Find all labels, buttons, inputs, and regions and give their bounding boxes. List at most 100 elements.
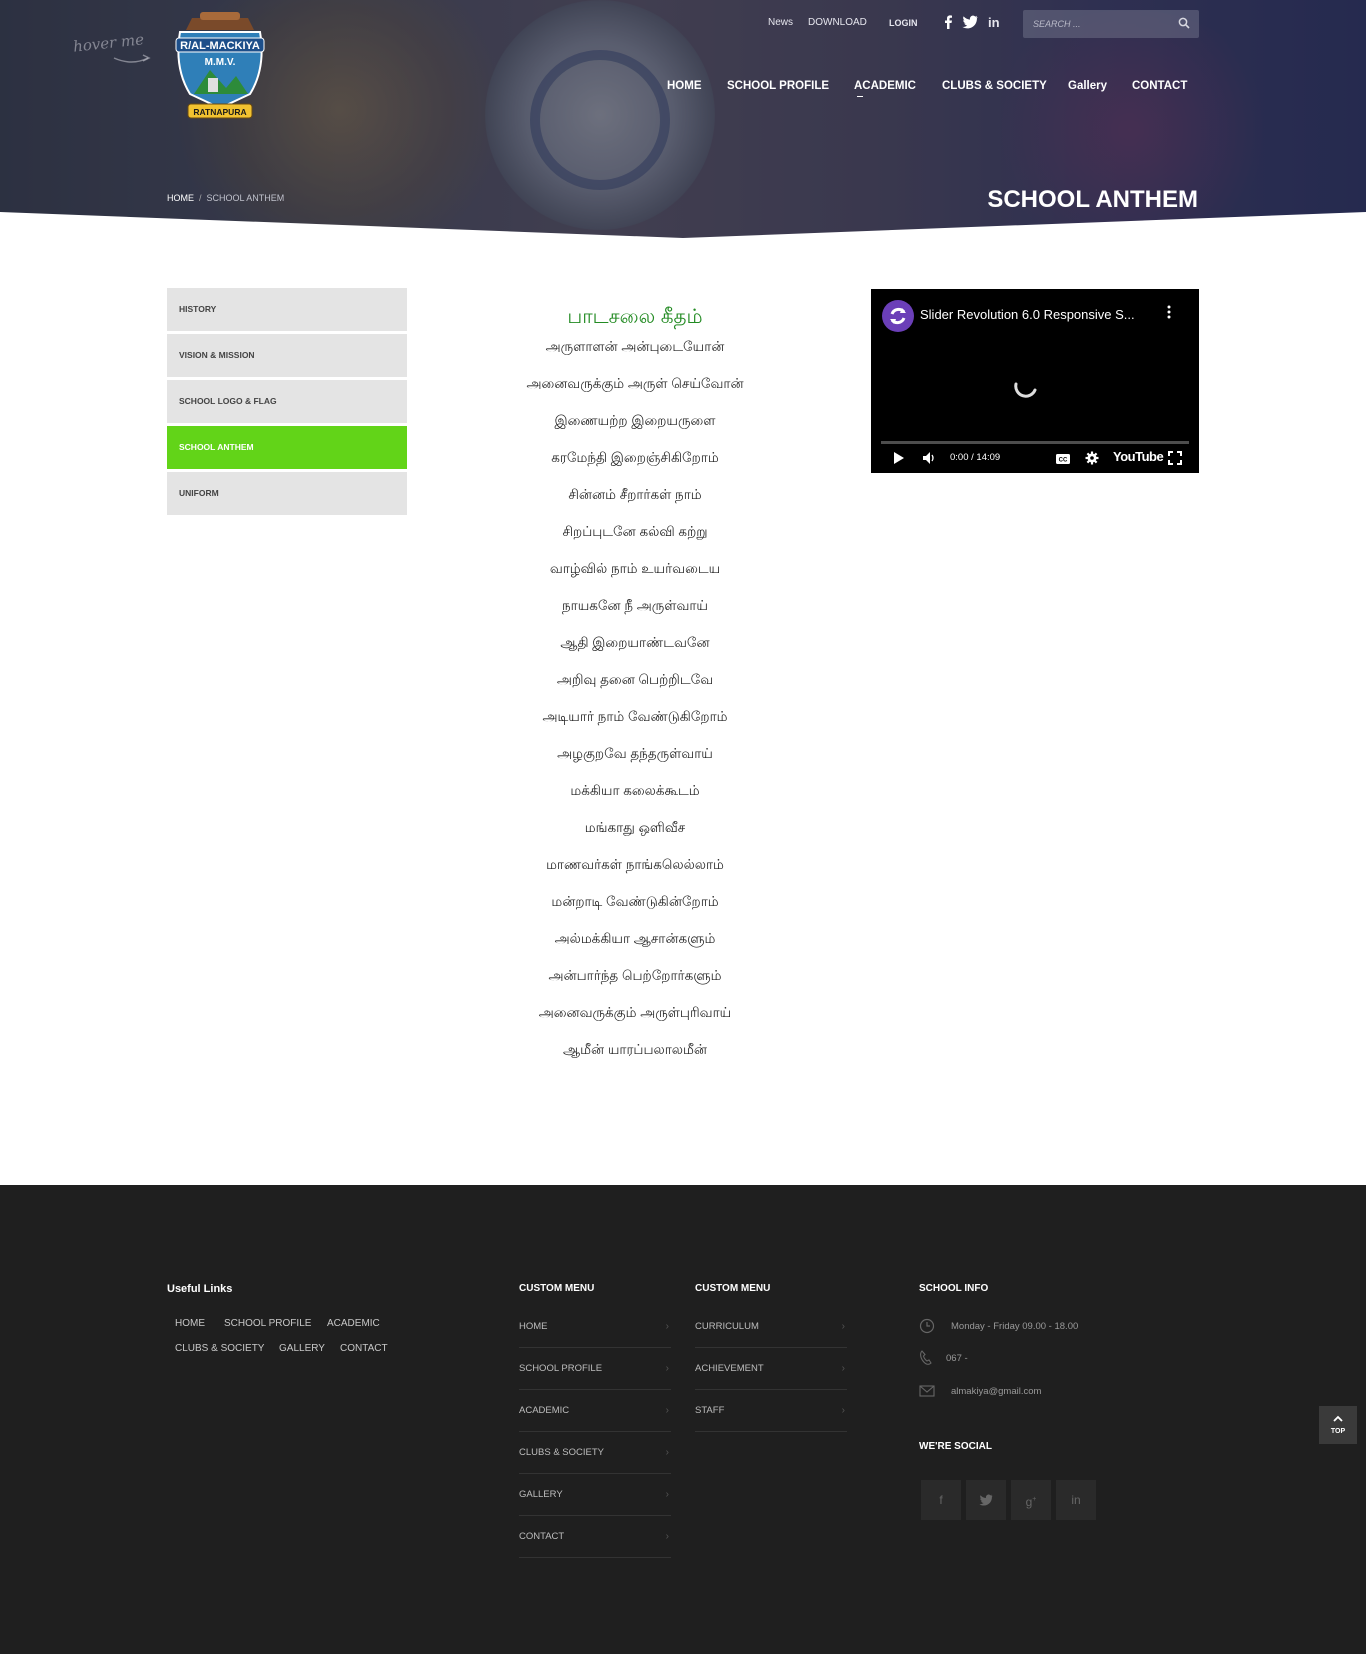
- clock-icon: [919, 1318, 935, 1334]
- sidebar-item-history[interactable]: HISTORY: [167, 288, 407, 331]
- site-footer: [0, 1185, 1366, 1654]
- breadcrumb-current: SCHOOL ANTHEM: [206, 193, 285, 203]
- search-input[interactable]: [1033, 16, 1173, 32]
- news-link[interactable]: News: [768, 17, 793, 28]
- nav-school-profile[interactable]: SCHOOL PROFILE: [727, 80, 829, 92]
- video-progress-bar[interactable]: [881, 441, 1189, 444]
- mail-icon: [919, 1385, 935, 1397]
- chevron-right-icon: ›: [841, 1321, 845, 1332]
- custom-menu-item[interactable]: CURRICULUM ›: [695, 1306, 847, 1348]
- search-box[interactable]: [1023, 10, 1199, 38]
- footer-link-school-profile[interactable]: SCHOOL PROFILE: [224, 1318, 311, 1329]
- custom-menu-item[interactable]: SCHOOL PROFILE ›: [519, 1348, 671, 1390]
- anthem-line: சிறப்புடனே கல்வி கற்று: [562, 524, 708, 539]
- youtube-logo[interactable]: YouTube: [1113, 449, 1164, 464]
- video-time: 0:00 / 14:09: [950, 452, 1001, 463]
- anthem-title: பாடசலை கீதம்: [567, 306, 703, 328]
- footer-google-plus-icon[interactable]: g+: [1011, 1480, 1051, 1520]
- channel-avatar[interactable]: [882, 300, 914, 332]
- youtube-video-player[interactable]: Slider Revolution 6.0 Responsive S... 0:…: [871, 289, 1199, 473]
- nav-contact[interactable]: CONTACT: [1132, 80, 1187, 92]
- school-phone: 067 -: [946, 1353, 968, 1364]
- chevron-up-icon: [1333, 1415, 1343, 1422]
- chevron-right-icon: ›: [665, 1489, 669, 1500]
- login-link[interactable]: LOGIN: [889, 18, 918, 28]
- sidebar-item-vision-mission[interactable]: VISION & MISSION: [167, 334, 407, 377]
- useful-links-heading: Useful Links: [167, 1283, 233, 1295]
- sidebar-item-uniform[interactable]: UNIFORM: [167, 472, 407, 515]
- captions-icon[interactable]: CC: [1055, 453, 1071, 465]
- school-info-heading: SCHOOL INFO: [919, 1283, 989, 1294]
- custom-menu-1-heading: CUSTOM MENU: [519, 1283, 595, 1294]
- footer-link-contact[interactable]: CONTACT: [340, 1343, 388, 1354]
- footer-linkedin-icon[interactable]: in: [1056, 1480, 1096, 1520]
- logo-mmv-text: M.M.V.: [205, 57, 236, 68]
- sidebar-item-logo-flag[interactable]: SCHOOL LOGO & FLAG: [167, 380, 407, 423]
- download-link[interactable]: DOWNLOAD: [808, 17, 867, 28]
- logo-name-text: R/AL-MACKIYA: [180, 40, 260, 52]
- more-options-icon[interactable]: [1167, 305, 1171, 319]
- breadcrumb-separator: /: [199, 193, 202, 203]
- chevron-right-icon: ›: [841, 1405, 845, 1416]
- footer-twitter-icon[interactable]: [966, 1480, 1006, 1520]
- anthem-line: ஆதி இறையாண்டவனே: [560, 635, 710, 650]
- settings-gear-icon[interactable]: [1085, 451, 1099, 465]
- search-icon[interactable]: [1178, 17, 1190, 29]
- fullscreen-icon[interactable]: [1168, 451, 1182, 465]
- nav-academic[interactable]: ACADEMIC: [854, 80, 916, 97]
- curved-arrow-icon: [113, 54, 151, 63]
- school-logo[interactable]: R/AL-MACKIYA M.M.V. RATNAPURA: [170, 8, 270, 121]
- anthem-line: வாழ்வில் நாம் உயர்வடைய: [549, 561, 721, 576]
- chevron-right-icon: ›: [665, 1321, 669, 1332]
- footer-facebook-icon[interactable]: f: [921, 1480, 961, 1520]
- loading-spinner-icon: [1014, 382, 1037, 398]
- anthem-line: மக்கியா கலைக்கூடம்: [570, 783, 700, 798]
- footer-link-clubs[interactable]: CLUBS & SOCIETY: [175, 1343, 264, 1354]
- custom-menu-item[interactable]: STAFF ›: [695, 1390, 847, 1432]
- footer-link-academic[interactable]: ACADEMIC: [327, 1318, 380, 1329]
- video-title[interactable]: Slider Revolution 6.0 Responsive S...: [920, 307, 1135, 322]
- nav-gallery[interactable]: Gallery: [1068, 80, 1107, 92]
- anthem-lyrics: அருளாளன் அன்புடையோன் அனைவருக்கும் அருள் ச…: [440, 334, 830, 1074]
- custom-menu-item[interactable]: CLUBS & SOCIETY ›: [519, 1432, 671, 1474]
- nav-clubs-society[interactable]: CLUBS & SOCIETY: [942, 80, 1047, 92]
- linkedin-icon[interactable]: in: [988, 15, 1000, 30]
- anthem-section: பாடசலை கீதம் அருளாளன் அன்புடையோன் அனைவருக…: [440, 300, 830, 1074]
- anthem-line: அனைவருக்கும் அருள்புரிவாய்: [538, 1005, 732, 1020]
- sidebar-item-school-anthem[interactable]: SCHOOL ANTHEM: [167, 426, 407, 469]
- facebook-icon[interactable]: [943, 15, 953, 32]
- custom-menu-item[interactable]: HOME ›: [519, 1306, 671, 1348]
- twitter-icon[interactable]: [962, 15, 978, 32]
- nav-home[interactable]: HOME: [667, 80, 702, 92]
- anthem-line: நாயகனே நீ அருள்வாய்: [562, 598, 708, 613]
- anthem-line: அழகுறவே தந்தருள்வாய்: [557, 746, 713, 761]
- refresh-icon: [890, 307, 906, 325]
- breadcrumb-home[interactable]: HOME: [167, 193, 194, 203]
- custom-menu-2: CURRICULUM › ACHIEVEMENT › STAFF ›: [695, 1306, 847, 1432]
- custom-menu-item[interactable]: CONTACT ›: [519, 1516, 671, 1558]
- anthem-line: அறிவு தனை பெற்றிடவே: [556, 672, 714, 687]
- phone-icon: [920, 1350, 932, 1365]
- back-to-top-button[interactable]: TOP: [1319, 1406, 1357, 1444]
- anthem-line: அன்பார்ந்த பெற்றோர்களும்: [548, 968, 722, 983]
- anthem-line: அருளாளன் அன்புடையோன்: [545, 339, 725, 354]
- play-icon[interactable]: [893, 451, 905, 465]
- footer-link-gallery[interactable]: GALLERY: [279, 1343, 325, 1354]
- anthem-line: மங்காது ஒளிவீச: [584, 820, 686, 835]
- custom-menu-1: HOME › SCHOOL PROFILE › ACADEMIC › CLUBS & …: [519, 1306, 671, 1558]
- custom-menu-item[interactable]: ACADEMIC ›: [519, 1390, 671, 1432]
- custom-menu-item[interactable]: GALLERY ›: [519, 1474, 671, 1516]
- volume-icon[interactable]: [922, 451, 936, 465]
- school-email[interactable]: almakiya@gmail.com: [951, 1386, 1041, 1397]
- custom-menu-item[interactable]: ACHIEVEMENT ›: [695, 1348, 847, 1390]
- social-heading: WE'RE SOCIAL: [919, 1441, 992, 1452]
- anthem-line: சின்னம் சீறார்கள் நாம்: [568, 487, 702, 502]
- anthem-line: கரமேந்தி இறைஞ்சிகிறோம்: [551, 450, 719, 465]
- about-sidebar-menu: HISTORY VISION & MISSION SCHOOL LOGO & F…: [167, 288, 407, 518]
- back-to-top-label: TOP: [1330, 1428, 1346, 1435]
- footer-link-home[interactable]: HOME: [175, 1318, 205, 1329]
- anthem-line: மாணவர்கள் நாங்கலெல்லாம்: [546, 857, 724, 872]
- logo-city-text: RATNAPURA: [193, 107, 246, 117]
- page-title: SCHOOL ANTHEM: [987, 186, 1198, 213]
- svg-text:CC: CC: [1059, 458, 1068, 464]
